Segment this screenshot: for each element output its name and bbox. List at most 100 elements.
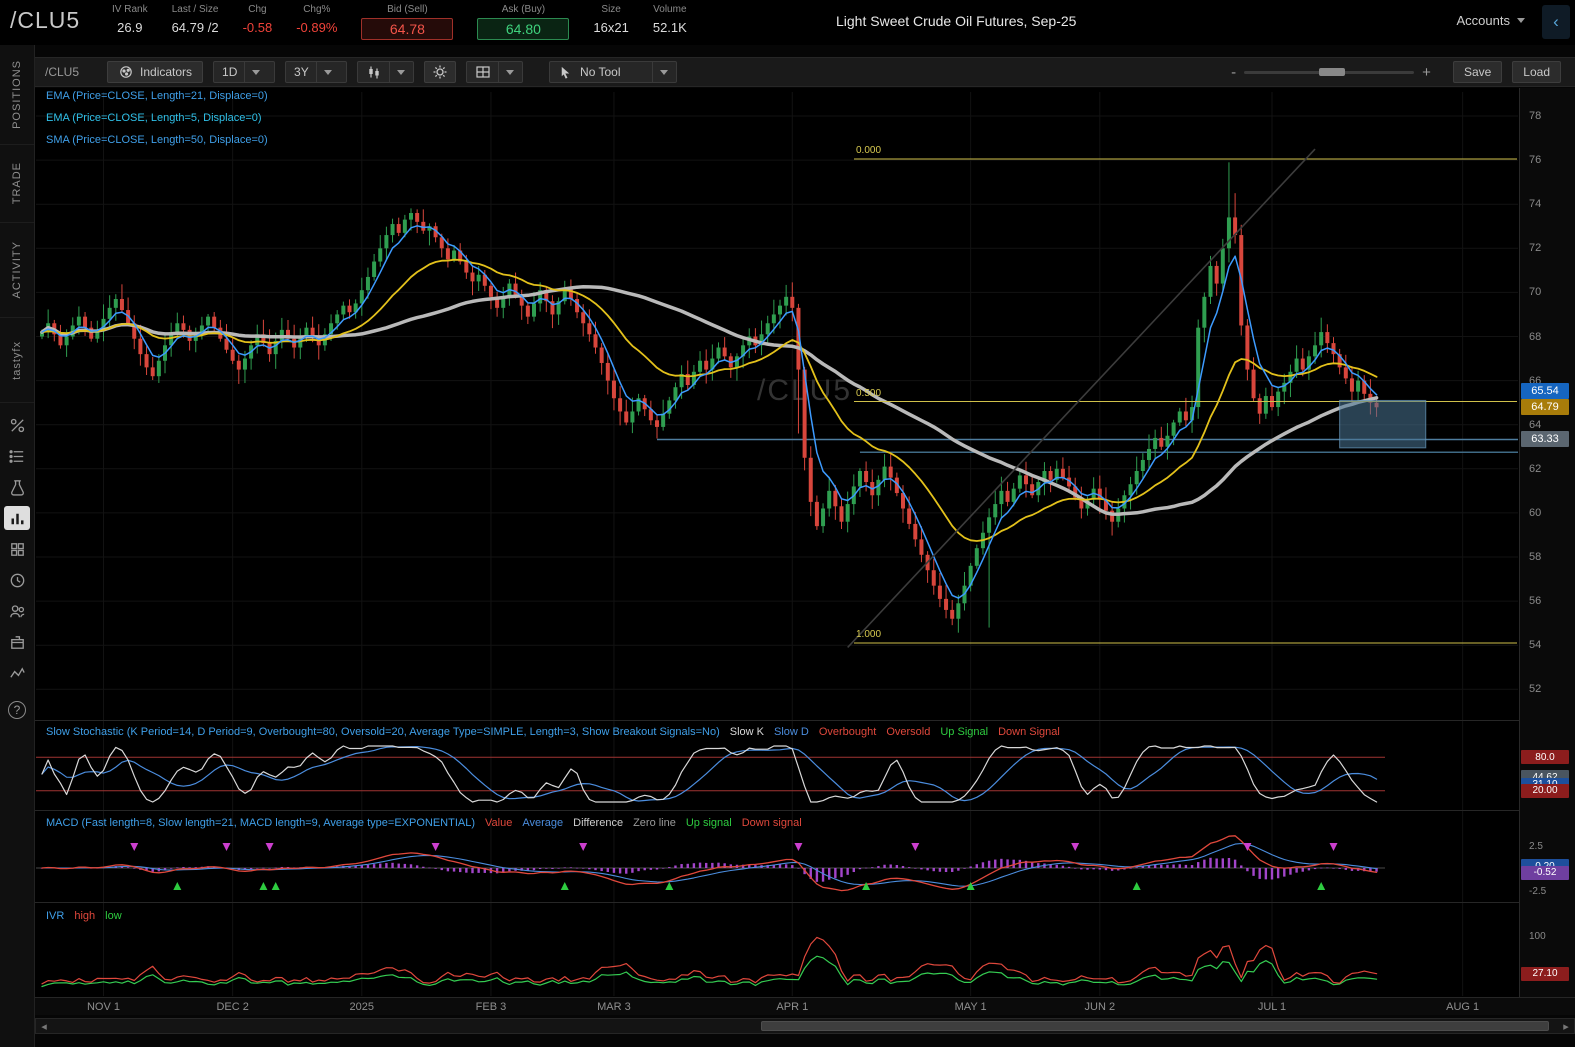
fib-label: 0.000	[856, 145, 881, 156]
time-tick: DEC 2	[208, 1001, 258, 1013]
settings-button[interactable]	[424, 61, 456, 83]
drawing-tool-dropdown[interactable]: No Tool	[549, 61, 677, 83]
stat-label: Ask (Buy)	[502, 4, 545, 16]
ivr-axis-tick: 100	[1529, 931, 1546, 942]
price-tick: 76	[1529, 154, 1541, 166]
panel-divider	[35, 720, 1575, 721]
time-tick: AUG 1	[1438, 1001, 1488, 1013]
panel-divider	[35, 902, 1575, 903]
legend-item: Slow D	[774, 726, 809, 738]
drawing-tool-value: No Tool	[580, 65, 620, 79]
zoom-in-button[interactable]: +	[1414, 64, 1439, 81]
ask-price-button[interactable]: 64.80	[477, 18, 569, 40]
time-tick: FEB 3	[466, 1001, 516, 1013]
time-tick: JUN 2	[1075, 1001, 1125, 1013]
chevron-down-icon	[1517, 18, 1525, 23]
price-tick: 56	[1529, 595, 1541, 607]
quote-stats: IV Rank26.9Last / Size64.79 /2Chg-0.58Ch…	[112, 4, 711, 40]
time-tick: MAR 3	[589, 1001, 639, 1013]
trading-platform-window: /CLU5 IV Rank26.9Last / Size64.79 /2Chg-…	[0, 0, 1575, 1047]
layout-grid-icon	[475, 64, 491, 80]
left-rail: POSITIONS TRADE ACTIVITY tastyfx ?	[0, 45, 35, 1047]
stochastic-study-label[interactable]: Slow Stochastic (K Period=14, D Period=9…	[46, 726, 720, 738]
sidebar-icon-bars[interactable]	[4, 506, 30, 530]
price-tick: 70	[1529, 286, 1541, 298]
sidebar-icon-clock[interactable]	[4, 568, 30, 592]
scroll-handle[interactable]	[761, 1021, 1549, 1031]
macd-legend: MACD (Fast length=8, Slow length=21, MAC…	[46, 817, 802, 829]
clock-icon	[8, 571, 27, 590]
axis-badge: 65.54	[1521, 383, 1569, 399]
collapse-panel-button[interactable]: ‹	[1542, 5, 1570, 39]
sidebar-tab-label: ACTIVITY	[11, 241, 23, 299]
sidebar-icon-percent[interactable]	[4, 413, 30, 437]
bid-price-button[interactable]: 64.78	[361, 18, 453, 40]
study-label-sma50[interactable]: SMA (Price=CLOSE, Length=50, Displace=0)	[46, 134, 268, 146]
load-button[interactable]: Load	[1512, 61, 1561, 83]
sidebar-icon-wave[interactable]	[4, 661, 30, 685]
axis-badge: 80.0	[1521, 750, 1569, 764]
sidebar-icon-beaker[interactable]	[4, 475, 30, 499]
zoom-slider-handle[interactable]	[1319, 68, 1345, 76]
zoom-slider[interactable]	[1244, 71, 1414, 74]
sidebar-icon-list[interactable]	[4, 444, 30, 468]
zoom-out-button[interactable]: -	[1223, 64, 1244, 81]
sidebar-tab-positions[interactable]: POSITIONS	[0, 45, 34, 145]
chart-canvas[interactable]: /CLU5	[35, 88, 1519, 1014]
price-tick: 68	[1529, 331, 1541, 343]
save-button[interactable]: Save	[1453, 61, 1502, 83]
legend-item: Up signal	[686, 817, 732, 829]
legend-item: Oversold	[886, 726, 930, 738]
sidebar-icon-grid[interactable]	[4, 537, 30, 561]
sidebar-tab-activity[interactable]: ACTIVITY	[0, 223, 34, 318]
bars-icon	[8, 509, 27, 528]
scroll-left-button[interactable]: ◂	[36, 1019, 52, 1033]
axis-badge: 63.33	[1521, 431, 1569, 447]
sidebar-icon-box[interactable]	[4, 630, 30, 654]
chevron-down-icon	[244, 62, 260, 82]
study-label-ema5[interactable]: EMA (Price=CLOSE, Length=5, Displace=0)	[46, 112, 262, 124]
scroll-right-button[interactable]: ▸	[1558, 1019, 1574, 1033]
sidebar-tab-tastyfx[interactable]: tastyfx	[0, 318, 34, 403]
sidebar-tab-trade[interactable]: TRADE	[0, 145, 34, 223]
stat-value: -0.58	[243, 20, 273, 35]
quote-header: /CLU5 IV Rank26.9Last / Size64.79 /2Chg-…	[0, 0, 1575, 45]
stat-volume: Volume52.1K	[653, 4, 687, 35]
chevron-down-icon	[389, 62, 405, 82]
chart-type-dropdown[interactable]	[357, 61, 414, 83]
chart-symbol-label: /CLU5	[45, 65, 79, 79]
sidebar-icon-people[interactable]	[4, 599, 30, 623]
axis-badge: -0.52	[1521, 866, 1569, 880]
help-button[interactable]: ?	[8, 701, 26, 719]
layout-dropdown[interactable]	[466, 61, 523, 83]
axis-badge: 27.10	[1521, 967, 1569, 981]
timeframe-dropdown[interactable]: 1D	[213, 61, 275, 83]
beaker-icon	[8, 478, 27, 497]
ivr-legend: IVR highlow	[46, 910, 122, 922]
stat-last-size: Last / Size64.79 /2	[172, 4, 219, 35]
range-dropdown[interactable]: 3Y	[285, 61, 347, 83]
macd-study-label[interactable]: MACD (Fast length=8, Slow length=21, MAC…	[46, 817, 475, 829]
time-axis[interactable]: NOV 1DEC 22025FEB 3MAR 3APR 1MAY 1JUN 2J…	[35, 997, 1575, 1015]
price-axis[interactable]: 52545658606264666870727476782.5-2.510065…	[1519, 88, 1575, 997]
price-tick: 74	[1529, 198, 1541, 210]
panel-divider	[35, 810, 1575, 811]
study-label-ema21[interactable]: EMA (Price=CLOSE, Length=21, Displace=0)	[46, 90, 268, 102]
left-rail-icons	[0, 413, 34, 685]
stat-ask: Ask (Buy) 64.80	[477, 4, 569, 40]
percent-icon	[8, 416, 27, 435]
wave-icon	[8, 664, 27, 683]
accounts-menu[interactable]: Accounts	[1457, 13, 1525, 28]
range-value: 3Y	[294, 65, 309, 79]
axis-badge: 20.00	[1521, 784, 1569, 798]
sidebar-tab-label: TRADE	[11, 162, 23, 204]
price-tick: 72	[1529, 242, 1541, 254]
stat-value: 52.1K	[653, 20, 687, 35]
ivr-study-label[interactable]: IVR	[46, 910, 64, 922]
indicators-button[interactable]: Indicators	[107, 61, 203, 83]
box-icon	[8, 633, 27, 652]
accounts-label: Accounts	[1457, 13, 1510, 28]
list-icon	[8, 447, 27, 466]
candlestick-chart-icon	[366, 64, 382, 80]
chevron-down-icon	[316, 62, 332, 82]
